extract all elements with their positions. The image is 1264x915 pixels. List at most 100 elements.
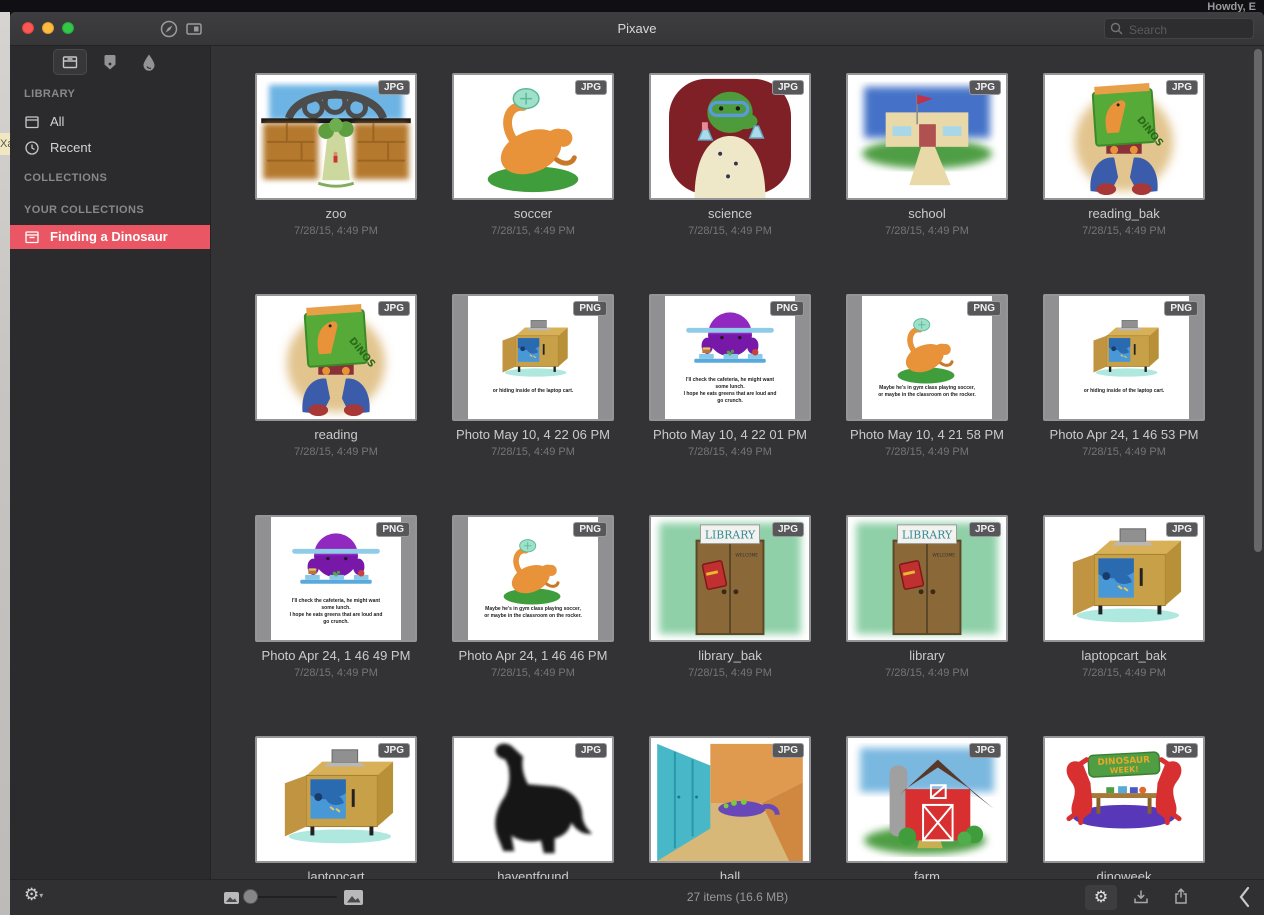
- grid-settings-button[interactable]: ⚙: [1085, 885, 1117, 910]
- sidebar-item-label: Finding a Dinosaur: [50, 229, 168, 244]
- item-title: reading_bak: [1025, 206, 1223, 221]
- thumbnail[interactable]: JPG: [846, 73, 1008, 200]
- grid-item[interactable]: PNG Maybe he's in gym class playing socc…: [846, 294, 1008, 421]
- desktop-menubar-text: Howdy, E: [1207, 1, 1256, 12]
- thumbnail-caption-text: I'll check the cafeteria, he might want …: [675, 377, 785, 405]
- desktop-background-sliver: Xa: [0, 12, 10, 915]
- thumbnail[interactable]: JPG: [255, 73, 417, 200]
- thumbnail[interactable]: JPG: [649, 736, 811, 863]
- thumbnail[interactable]: PNG or hiding inside of the laptop cart.: [452, 294, 614, 421]
- item-title: library_bak: [631, 648, 829, 663]
- grid-item[interactable]: PNG or hiding inside of the laptop cart.…: [1043, 294, 1205, 421]
- item-date: 7/28/15, 4:49 PM: [631, 446, 829, 458]
- thumbnail-caption-text: or hiding inside of the laptop cart.: [478, 388, 588, 395]
- grid-item[interactable]: JPG zoo 7/28/15, 4:49 PM: [255, 73, 417, 200]
- filetype-badge: JPG: [772, 522, 804, 537]
- filetype-badge: JPG: [378, 743, 410, 758]
- tags-view-button[interactable]: [93, 49, 127, 75]
- item-title: school: [828, 206, 1026, 221]
- item-date: 7/28/15, 4:49 PM: [237, 667, 435, 679]
- thumbnail-caption-text: or hiding inside of the laptop cart.: [1069, 388, 1179, 395]
- filetype-badge: JPG: [772, 80, 804, 95]
- grid-item[interactable]: PNG or hiding inside of the laptop cart.…: [452, 294, 614, 421]
- grid-item[interactable]: LIBRARY WELCOME JPG library 7/28/15, 4:4…: [846, 515, 1008, 642]
- search-icon: [1110, 22, 1123, 35]
- filetype-badge: JPG: [772, 743, 804, 758]
- section-label-your-collections: YOUR COLLECTIONS: [24, 204, 144, 216]
- titlebar[interactable]: Pixave: [10, 12, 1264, 46]
- filetype-badge: JPG: [969, 522, 1001, 537]
- filetype-badge: JPG: [969, 80, 1001, 95]
- grid-item[interactable]: LIBRARY WELCOME JPG library_bak 7/28/15,…: [649, 515, 811, 642]
- grid-item[interactable]: JPG haventfound: [452, 736, 614, 863]
- sidebar-item-all[interactable]: All: [10, 110, 210, 134]
- collapse-panel-chevron[interactable]: [1236, 884, 1254, 910]
- item-title: Photo Apr 24, 1 46 49 PM: [237, 648, 435, 663]
- download-button[interactable]: [1125, 885, 1157, 910]
- grid-item[interactable]: DiNOS JPG reading_bak 7/28/15, 4:49 PM: [1043, 73, 1205, 200]
- collection-box-icon: [24, 229, 40, 245]
- grid-item[interactable]: JPG science 7/28/15, 4:49 PM: [649, 73, 811, 200]
- sidebar-item-label: All: [50, 114, 64, 129]
- scrollbar-thumb[interactable]: [1254, 49, 1262, 552]
- background-window-text: Xa: [0, 133, 10, 155]
- thumbnail[interactable]: PNG or hiding inside of the laptop cart.: [1043, 294, 1205, 421]
- item-title: Photo May 10, 4 22 01 PM: [631, 427, 829, 442]
- thumbnail[interactable]: JPG: [255, 736, 417, 863]
- sidebar-item-recent[interactable]: Recent: [10, 136, 210, 160]
- thumbnail[interactable]: LIBRARY WELCOME JPG: [846, 515, 1008, 642]
- thumbnail[interactable]: JPG: [1043, 515, 1205, 642]
- item-title: laptopcart_bak: [1025, 648, 1223, 663]
- thumbnail[interactable]: JPG: [452, 73, 614, 200]
- color-filter-button[interactable]: [132, 49, 166, 75]
- item-date: 7/28/15, 4:49 PM: [434, 446, 632, 458]
- thumbnail[interactable]: LIBRARY WELCOME JPG: [649, 515, 811, 642]
- item-date: 7/28/15, 4:49 PM: [434, 225, 632, 237]
- grid-item[interactable]: JPG hall: [649, 736, 811, 863]
- thumbnail[interactable]: PNG Maybe he's in gym class playing socc…: [452, 515, 614, 642]
- settings-menu-button[interactable]: ⚙▾: [24, 885, 43, 905]
- grid-item[interactable]: JPG laptopcart: [255, 736, 417, 863]
- search-field[interactable]: [1104, 18, 1254, 39]
- sidebar-item-finding-a-dinosaur[interactable]: Finding a Dinosaur: [10, 225, 210, 249]
- filetype-badge: PNG: [967, 301, 1001, 316]
- download-icon: [1132, 888, 1150, 906]
- svg-text:LIBRARY: LIBRARY: [705, 529, 756, 542]
- filetype-badge: JPG: [1166, 743, 1198, 758]
- grid-item[interactable]: DiNOS JPG reading 7/28/15, 4:49 PM: [255, 294, 417, 421]
- filetype-badge: JPG: [378, 80, 410, 95]
- thumbnail[interactable]: DiNOS JPG: [1043, 73, 1205, 200]
- search-input[interactable]: [1127, 20, 1249, 39]
- grid-item[interactable]: JPG soccer 7/28/15, 4:49 PM: [452, 73, 614, 200]
- share-button[interactable]: [1165, 885, 1197, 910]
- thumbnail[interactable]: JPG: [846, 736, 1008, 863]
- filetype-badge: JPG: [378, 301, 410, 316]
- thumbnail[interactable]: PNG I'll check the cafeteria, he might w…: [649, 294, 811, 421]
- filetype-badge: PNG: [1164, 301, 1198, 316]
- grid-item[interactable]: PNG I'll check the cafeteria, he might w…: [255, 515, 417, 642]
- thumbnail[interactable]: PNG I'll check the cafeteria, he might w…: [255, 515, 417, 642]
- filetype-badge: PNG: [376, 522, 410, 537]
- thumbnail[interactable]: DiNOS JPG: [255, 294, 417, 421]
- thumbnail[interactable]: JPG: [452, 736, 614, 863]
- grid-item[interactable]: JPG farm: [846, 736, 1008, 863]
- thumbnail[interactable]: JPG: [649, 73, 811, 200]
- filetype-badge: JPG: [1166, 80, 1198, 95]
- sidebar-item-label: Recent: [50, 140, 91, 155]
- item-date: 7/28/15, 4:49 PM: [1025, 225, 1223, 237]
- thumbnail[interactable]: DINOSAUR WEEK! JPG: [1043, 736, 1205, 863]
- item-title: library: [828, 648, 1026, 663]
- grid-item[interactable]: PNG I'll check the cafeteria, he might w…: [649, 294, 811, 421]
- item-title: soccer: [434, 206, 632, 221]
- grid-item[interactable]: DINOSAUR WEEK! JPG dinoweek: [1043, 736, 1205, 863]
- grid-item[interactable]: JPG laptopcart_bak 7/28/15, 4:49 PM: [1043, 515, 1205, 642]
- filetype-badge: JPG: [575, 743, 607, 758]
- item-date: 7/28/15, 4:49 PM: [237, 225, 435, 237]
- clock-icon: [24, 140, 40, 156]
- thumbnail[interactable]: PNG Maybe he's in gym class playing socc…: [846, 294, 1008, 421]
- item-date: 7/28/15, 4:49 PM: [237, 446, 435, 458]
- grid-item[interactable]: JPG school 7/28/15, 4:49 PM: [846, 73, 1008, 200]
- grid-item[interactable]: PNG Maybe he's in gym class playing socc…: [452, 515, 614, 642]
- library-view-button[interactable]: [53, 49, 87, 75]
- item-title: Photo Apr 24, 1 46 46 PM: [434, 648, 632, 663]
